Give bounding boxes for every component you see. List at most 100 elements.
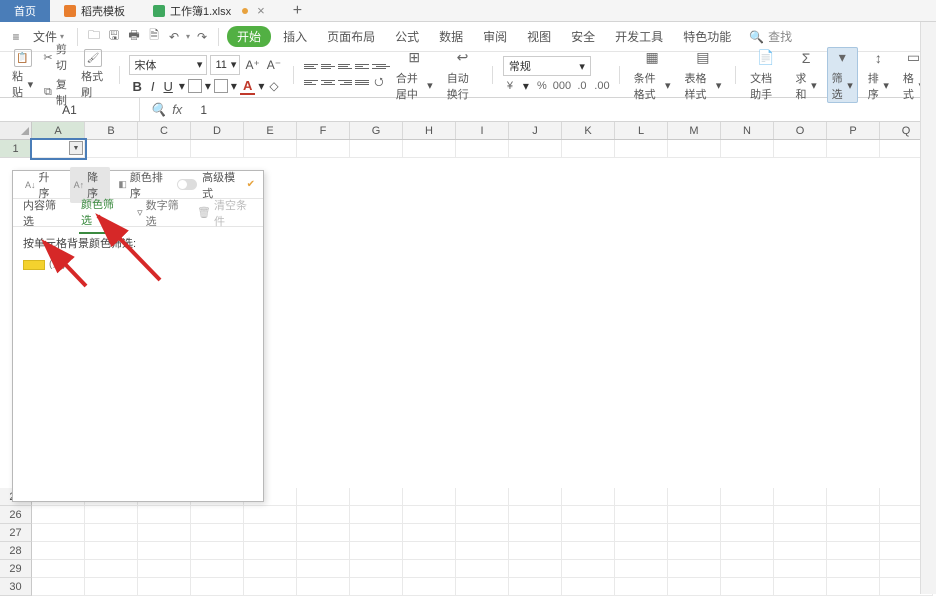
indent-increase-icon[interactable] xyxy=(372,60,386,72)
increase-decimal-icon[interactable]: .0 xyxy=(575,79,589,93)
tab-home[interactable]: 首页 xyxy=(0,0,50,22)
cell-L1[interactable] xyxy=(615,140,668,158)
ribbon-tab-review[interactable]: 审阅 xyxy=(475,24,515,49)
cell-L26[interactable] xyxy=(615,506,668,524)
col-header-A[interactable]: A xyxy=(32,122,85,139)
cell-I26[interactable] xyxy=(456,506,509,524)
open-icon[interactable]: 🗀 xyxy=(86,29,102,45)
col-header-I[interactable]: I xyxy=(456,122,509,139)
cell-O29[interactable] xyxy=(774,560,827,578)
underline-button[interactable]: U xyxy=(160,79,175,94)
cell-B26[interactable] xyxy=(85,506,138,524)
cell-M30[interactable] xyxy=(668,578,721,596)
col-header-E[interactable]: E xyxy=(244,122,297,139)
cond-format-button[interactable]: ▦ 条件格式▾ xyxy=(630,48,675,102)
cell-K25[interactable] xyxy=(562,488,615,506)
ribbon-tab-security[interactable]: 安全 xyxy=(563,24,603,49)
italic-button[interactable]: I xyxy=(148,79,158,94)
col-header-D[interactable]: D xyxy=(191,122,244,139)
row-header-30[interactable]: 30 xyxy=(0,578,32,596)
col-header-L[interactable]: L xyxy=(615,122,668,139)
cell-E28[interactable] xyxy=(244,542,297,560)
cell-H28[interactable] xyxy=(403,542,456,560)
fill-color-button[interactable] xyxy=(214,79,228,93)
cell-M27[interactable] xyxy=(668,524,721,542)
ribbon-tab-view[interactable]: 视图 xyxy=(519,24,559,49)
cell-D28[interactable] xyxy=(191,542,244,560)
cell-H1[interactable] xyxy=(403,140,456,158)
font-name-select[interactable]: 宋体▾ xyxy=(129,55,207,75)
cell-J29[interactable] xyxy=(509,560,562,578)
scissors-icon[interactable]: ✂ xyxy=(43,50,53,64)
sort-button[interactable]: ↕ 排序▾ xyxy=(864,48,893,102)
cell-J26[interactable] xyxy=(509,506,562,524)
col-header-F[interactable]: F xyxy=(297,122,350,139)
print-icon[interactable]: 🖶 xyxy=(126,29,142,45)
cell-P28[interactable] xyxy=(827,542,880,560)
undo-dropdown-icon[interactable]: ▾ xyxy=(186,32,190,41)
tab-template[interactable]: 稻壳模板 xyxy=(50,0,139,22)
cell-O1[interactable] xyxy=(774,140,827,158)
cell-L28[interactable] xyxy=(615,542,668,560)
tab-workbook[interactable]: 工作簿1.xlsx× xyxy=(139,0,279,22)
cell-M25[interactable] xyxy=(668,488,721,506)
cell-J27[interactable] xyxy=(509,524,562,542)
cell-B28[interactable] xyxy=(85,542,138,560)
cut-label[interactable]: 剪切 xyxy=(56,41,71,73)
col-header-G[interactable]: G xyxy=(350,122,403,139)
col-header-C[interactable]: C xyxy=(138,122,191,139)
cell-I1[interactable] xyxy=(456,140,509,158)
row-header-29[interactable]: 29 xyxy=(0,560,32,578)
clear-filter-button[interactable]: 🗑清空条件 xyxy=(197,197,255,229)
col-header-N[interactable]: N xyxy=(721,122,774,139)
cell-G28[interactable] xyxy=(350,542,403,560)
cell-I25[interactable] xyxy=(456,488,509,506)
cell-P30[interactable] xyxy=(827,578,880,596)
search-box[interactable]: 🔍查找 xyxy=(749,28,792,45)
cell-L27[interactable] xyxy=(615,524,668,542)
ribbon-tab-formula[interactable]: 公式 xyxy=(387,24,427,49)
cell-F27[interactable] xyxy=(297,524,350,542)
format-painter-button[interactable]: 🖌 格式刷 xyxy=(77,49,109,100)
cell-O30[interactable] xyxy=(774,578,827,596)
cell-B27[interactable] xyxy=(85,524,138,542)
sum-button[interactable]: Σ 求和▾ xyxy=(792,48,821,102)
fx-icon[interactable]: 🔍fx xyxy=(140,102,192,118)
cell-I28[interactable] xyxy=(456,542,509,560)
cell-F26[interactable] xyxy=(297,506,350,524)
cell-K29[interactable] xyxy=(562,560,615,578)
cell-reference-box[interactable]: A1 xyxy=(0,98,140,121)
cell-E29[interactable] xyxy=(244,560,297,578)
cell-I29[interactable] xyxy=(456,560,509,578)
col-header-J[interactable]: J xyxy=(509,122,562,139)
cell-E26[interactable] xyxy=(244,506,297,524)
select-all-corner[interactable] xyxy=(0,122,32,139)
vertical-scrollbar[interactable] xyxy=(920,22,936,594)
cell-I30[interactable] xyxy=(456,578,509,596)
cell-N30[interactable] xyxy=(721,578,774,596)
increase-font-icon[interactable]: A⁺ xyxy=(243,58,261,72)
redo-icon[interactable]: ↷ xyxy=(194,29,210,45)
cell-P27[interactable] xyxy=(827,524,880,542)
cell-F25[interactable] xyxy=(297,488,350,506)
cell-K26[interactable] xyxy=(562,506,615,524)
cell-O25[interactable] xyxy=(774,488,827,506)
ribbon-tab-insert[interactable]: 插入 xyxy=(275,24,315,49)
doc-helper-button[interactable]: 📄 文档助手 xyxy=(746,48,785,102)
cell-N25[interactable] xyxy=(721,488,774,506)
cell-P26[interactable] xyxy=(827,506,880,524)
cell-E1[interactable] xyxy=(244,140,297,158)
new-tab-button[interactable]: + xyxy=(279,2,316,20)
font-size-select[interactable]: 11▾ xyxy=(210,55,240,75)
cell-A1[interactable]: ▼ xyxy=(32,140,85,158)
cell-D29[interactable] xyxy=(191,560,244,578)
col-header-O[interactable]: O xyxy=(774,122,827,139)
align-right-icon[interactable] xyxy=(338,76,352,88)
cell-N29[interactable] xyxy=(721,560,774,578)
copy-icon[interactable]: ⧉ xyxy=(43,85,53,99)
border-button[interactable] xyxy=(188,79,202,93)
cell-A26[interactable] xyxy=(32,506,85,524)
indent-decrease-icon[interactable] xyxy=(355,60,369,72)
align-middle-icon[interactable] xyxy=(321,60,335,72)
cell-D30[interactable] xyxy=(191,578,244,596)
